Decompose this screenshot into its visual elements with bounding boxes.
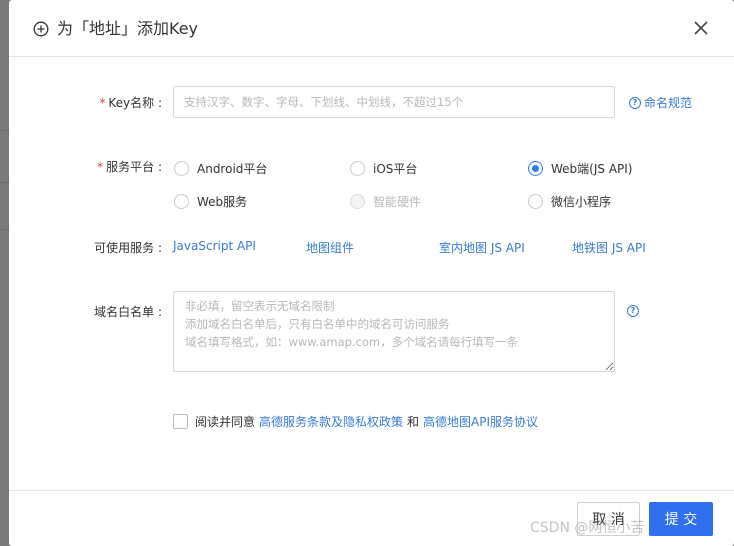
- radio-web-js-api[interactable]: Web端(JS API): [528, 160, 632, 177]
- radio-circle: [174, 161, 189, 176]
- backdrop-divider: [0, 130, 9, 131]
- radio-label: 微信小程序: [551, 195, 612, 209]
- required-mark: *: [99, 96, 106, 110]
- naming-rules-text: 命名规范: [644, 96, 693, 110]
- plus-circle-icon: [33, 21, 49, 37]
- terms-privacy-link[interactable]: 高德服务条款及隐私权政策: [259, 413, 403, 430]
- radio-label: Web服务: [197, 195, 248, 209]
- modal-backdrop: [0, 0, 9, 546]
- services-label: 可使用服务 :: [94, 241, 162, 255]
- add-key-dialog: 为「地址」添加Key *Key名称 : ? 命名规范 *服务平台 : Andro…: [9, 0, 734, 546]
- dialog-footer: 取 消 提 交: [9, 490, 734, 546]
- key-name-input[interactable]: [173, 86, 615, 118]
- question-circle-icon: ?: [629, 96, 641, 109]
- cancel-button[interactable]: 取 消: [577, 502, 640, 536]
- radio-ios[interactable]: iOS平台: [350, 160, 417, 177]
- radio-label: iOS平台: [373, 162, 418, 176]
- whitelist-textarea[interactable]: [173, 291, 615, 372]
- radio-smart-hardware: 智能硬件: [350, 193, 421, 210]
- dialog-header: 为「地址」添加Key: [9, 0, 734, 57]
- radio-circle: [350, 161, 365, 176]
- key-name-label: * Key名称 :: [99, 94, 162, 111]
- agreement-connector: 和: [407, 415, 420, 429]
- service-link-javascript-api[interactable]: JavaScript API: [173, 239, 256, 253]
- platform-label: * 服务平台 :: [97, 158, 162, 175]
- radio-circle: [350, 194, 365, 209]
- radio-label: 智能硬件: [373, 195, 422, 209]
- api-service-agreement-link[interactable]: 高德地图API服务协议: [423, 413, 538, 430]
- service-link-subway-map[interactable]: 地铁图 JS API: [572, 239, 646, 256]
- submit-button[interactable]: 提 交: [649, 502, 713, 536]
- radio-wechat-mini-program[interactable]: 微信小程序: [528, 193, 611, 210]
- whitelist-label: 域名白名单 :: [94, 305, 162, 319]
- service-link-indoor-map[interactable]: 室内地图 JS API: [439, 239, 525, 256]
- agreement-checkbox[interactable]: [173, 414, 188, 429]
- service-link-map-components[interactable]: 地图组件: [306, 239, 354, 256]
- dialog-title: 为「地址」添加Key: [57, 19, 199, 38]
- radio-label: Android平台: [197, 162, 268, 176]
- question-circle-icon[interactable]: ?: [627, 305, 639, 317]
- agreement-prefix: 阅读并同意: [195, 415, 256, 429]
- radio-web-service[interactable]: Web服务: [174, 193, 247, 210]
- radio-label: Web端(JS API): [551, 162, 633, 176]
- radio-circle: [528, 161, 543, 176]
- required-mark: *: [97, 160, 104, 174]
- radio-circle: [174, 194, 189, 209]
- radio-android[interactable]: Android平台: [174, 160, 267, 177]
- close-icon[interactable]: [693, 19, 709, 37]
- naming-rules-link[interactable]: ? 命名规范: [629, 94, 692, 111]
- agreement-row: 阅读并同意 高德服务条款及隐私权政策 和 高德地图API服务协议: [173, 413, 538, 430]
- key-name-label-text: Key名称 :: [108, 96, 162, 110]
- radio-circle: [528, 194, 543, 209]
- backdrop-divider: [0, 182, 9, 183]
- backdrop-divider: [0, 229, 9, 230]
- platform-label-text: 服务平台 :: [106, 160, 162, 174]
